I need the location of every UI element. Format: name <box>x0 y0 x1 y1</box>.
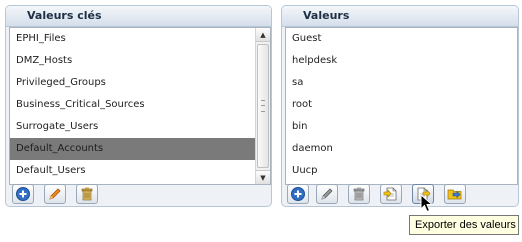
edit-value-button[interactable] <box>316 184 338 204</box>
list-item[interactable]: DMZ_Hosts <box>10 50 270 72</box>
export-tooltip: Exporter des valeurs <box>409 215 519 235</box>
list-item[interactable]: sa <box>286 72 517 94</box>
list-item[interactable]: Business_Critical_Sources <box>10 94 270 116</box>
transfer-values-button[interactable] <box>444 184 466 204</box>
values-header: Valeurs <box>282 6 518 27</box>
values-panel: Valeurs Guest helpdesk sa root bin daemo… <box>281 5 519 207</box>
grip-icon <box>261 100 265 112</box>
list-item[interactable]: daemon <box>286 138 517 160</box>
list-item[interactable]: bin <box>286 116 517 138</box>
list-item-selected[interactable]: Default_Accounts <box>10 138 270 160</box>
vertical-scrollbar[interactable]: ▲ ▼ <box>255 28 270 184</box>
list-item[interactable]: helpdesk <box>286 50 517 72</box>
delete-value-button[interactable] <box>348 184 370 204</box>
key-values-panel: Valeurs clés EPHI_Files DMZ_Hosts Privil… <box>5 5 272 207</box>
list-item[interactable]: Guest <box>286 28 517 50</box>
add-key-button[interactable] <box>12 184 34 204</box>
key-values-list[interactable]: EPHI_Files DMZ_Hosts Privileged_Groups B… <box>9 27 271 185</box>
edit-icon <box>321 188 333 200</box>
scrollbar-thumb[interactable] <box>257 44 269 168</box>
list-item[interactable]: root <box>286 94 517 116</box>
scroll-down-button[interactable]: ▼ <box>256 170 270 184</box>
list-item[interactable]: Default_Users <box>10 160 270 182</box>
mouse-cursor-icon <box>420 194 434 213</box>
list-item[interactable]: Privileged_Groups <box>10 72 270 94</box>
add-value-button[interactable] <box>287 184 309 204</box>
values-list[interactable]: Guest helpdesk sa root bin daemon Uucp <box>285 27 518 185</box>
edit-key-button[interactable] <box>44 184 66 204</box>
add-icon <box>291 187 305 201</box>
import-icon <box>383 187 397 201</box>
list-item[interactable]: Uucp <box>286 160 517 182</box>
add-icon <box>16 187 30 201</box>
transfer-icon <box>447 189 462 200</box>
key-values-header: Valeurs clés <box>6 6 271 27</box>
import-values-button[interactable] <box>380 184 402 204</box>
edit-icon <box>49 188 61 200</box>
list-item[interactable]: Surrogate_Users <box>10 116 270 138</box>
list-item[interactable]: EPHI_Files <box>10 28 270 50</box>
delete-icon <box>353 187 365 201</box>
delete-icon <box>81 187 93 201</box>
delete-key-button[interactable] <box>76 184 98 204</box>
scroll-up-button[interactable]: ▲ <box>256 28 270 42</box>
